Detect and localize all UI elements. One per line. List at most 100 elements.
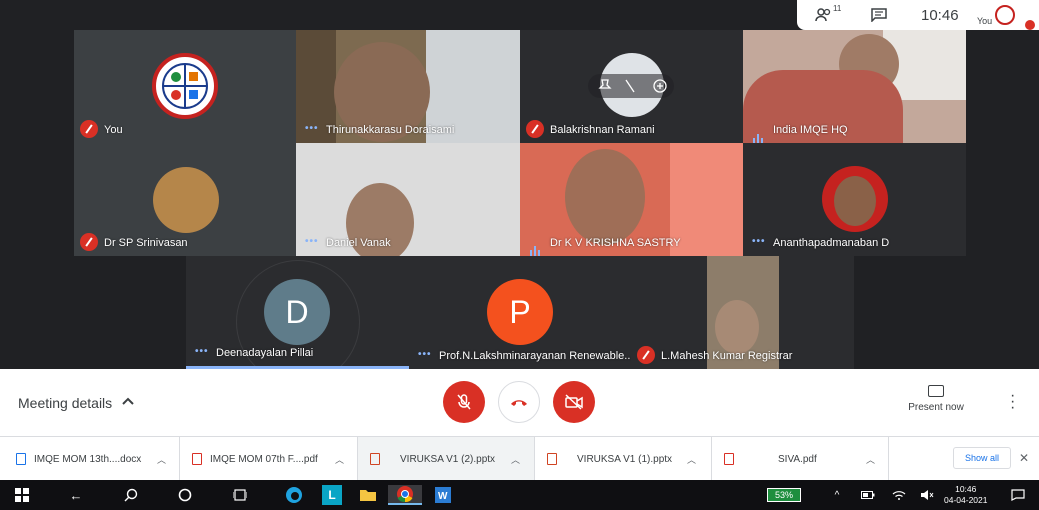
participant-tile-thirunakkarasu[interactable]: ••• Thirunakkarasu Doraisami [296, 30, 520, 143]
participant-tile-deenadayalan[interactable]: D ••• Deenadayalan Pillai [186, 256, 409, 369]
download-item[interactable]: VIRUKSA V1 (1).pptx ︿ [535, 437, 712, 481]
cortana-icon[interactable] [175, 485, 195, 505]
battery-icon[interactable] [858, 485, 878, 505]
logo-emblem-icon [162, 63, 208, 109]
self-label: You [977, 10, 992, 32]
participant-tile-lakshminarayanan[interactable]: P ••• Prof.N.Lakshminarayanan Renewable.… [409, 256, 631, 369]
chevron-up-icon[interactable]: ︿ [157, 453, 166, 466]
pin-mute-remove-icons [598, 79, 667, 93]
participant-name: Prof.N.Lakshminarayanan Renewable... [439, 350, 631, 362]
participant-tile-krishna-sastry[interactable]: Dr K V KRISHNA SASTRY [520, 143, 743, 256]
back-arrow-icon[interactable]: ← [66, 485, 86, 505]
chevron-up-icon[interactable]: ︿ [866, 453, 875, 466]
participant-tile-ananthapadmanaban[interactable]: ••• Ananthapadmanaban D [743, 143, 966, 256]
more-options-icon[interactable]: · · · [1010, 388, 1015, 416]
participant-face [715, 300, 759, 354]
svg-text:W: W [438, 491, 448, 502]
participant-photo [153, 167, 219, 233]
audio-level-icon [530, 238, 542, 256]
chrome-browser-icon[interactable] [388, 485, 422, 505]
speaking-dots-icon: ••• [305, 236, 319, 247]
powerpoint-file-icon [547, 453, 557, 465]
participant-photo [822, 166, 888, 232]
camera-off-icon [565, 394, 583, 410]
participant-tile-mahesh-kumar[interactable]: L.Mahesh Kumar Registrar [631, 256, 854, 369]
magnifier-icon [124, 488, 138, 502]
windows-taskbar: ← L W 53% ^ 10:46 04-04-2021 [0, 480, 1039, 510]
you-label: You [977, 16, 993, 26]
word-logo-icon: W [435, 487, 451, 503]
participant-name: L.Mahesh Kumar Registrar [661, 350, 793, 362]
people-button[interactable]: 11 [815, 4, 841, 26]
downloads-bar: IMQE MOM 13th....docx ︿ IMQE MOM 07th F.… [0, 436, 1039, 481]
download-item[interactable]: IMQE MOM 07th F....pdf ︿ [180, 437, 358, 481]
chat-button[interactable] [871, 4, 887, 26]
toggle-microphone-button[interactable] [443, 381, 485, 423]
leave-call-button[interactable] [498, 381, 540, 423]
l-app-icon[interactable]: L [322, 485, 342, 505]
meeting-controls-bar: Meeting details Present now · · · [0, 369, 1039, 436]
edge-browser-icon[interactable] [284, 485, 304, 505]
wifi-icon[interactable] [889, 485, 909, 505]
participant-name: Deenadayalan Pillai [216, 347, 314, 359]
participant-tile-srinivasan[interactable]: Dr SP Srinivasan [74, 143, 296, 256]
show-hidden-icons-icon[interactable]: ^ [827, 485, 847, 505]
download-file-name: IMQE MOM 13th....docx [34, 453, 142, 465]
initial-avatar: P [487, 279, 553, 345]
action-center-icon [1011, 489, 1025, 501]
toggle-camera-button[interactable] [553, 381, 595, 423]
search-icon[interactable] [121, 485, 141, 505]
word-file-icon [16, 453, 26, 465]
volume-muted-icon[interactable] [917, 485, 937, 505]
download-item[interactable]: IMQE MOM 13th....docx ︿ [0, 437, 180, 481]
people-icon [815, 8, 831, 22]
download-item[interactable]: SIVA.pdf ︿ [712, 437, 889, 481]
clock-time: 10:46 [955, 484, 977, 494]
chevron-up-icon[interactable]: ︿ [511, 453, 520, 466]
speaking-dots-icon: ••• [195, 346, 209, 357]
file-explorer-icon[interactable] [358, 485, 378, 505]
chevron-up-icon[interactable]: ︿ [335, 453, 344, 466]
download-file-name: IMQE MOM 07th F....pdf [210, 453, 318, 465]
meeting-status-bar: 11 10:46 You [797, 0, 1039, 30]
windows-start-icon[interactable] [12, 485, 32, 505]
participant-tile-daniel[interactable]: ••• Daniel Vanak [296, 143, 520, 256]
chevron-up-icon[interactable] [122, 397, 134, 405]
participant-name: Dr SP Srinivasan [104, 237, 188, 249]
battery-indicator[interactable]: 53% [767, 488, 801, 502]
circle-icon [178, 488, 192, 502]
chat-icon [871, 8, 887, 22]
word-app-icon[interactable]: W [433, 485, 453, 505]
hang-up-icon [511, 400, 527, 406]
taskbar-clock[interactable]: 10:46 04-04-2021 [944, 484, 987, 506]
participant-tile-you[interactable]: You [74, 30, 296, 143]
participant-tile-balakrishnan[interactable]: Balakrishnan Ramani [520, 30, 743, 143]
download-file-name: SIVA.pdf [778, 453, 817, 465]
show-all-downloads-button[interactable]: Show all [953, 447, 1011, 469]
battery-glyph-icon [861, 491, 875, 499]
participant-tile-india-imqe-hq[interactable]: India IMQE HQ [743, 30, 966, 143]
speaking-dots-icon: ••• [418, 349, 432, 360]
mic-muted-icon [526, 120, 544, 138]
task-view-icon[interactable] [230, 485, 250, 505]
mic-off-icon [457, 394, 471, 410]
participant-name: Thirunakkarasu Doraisami [326, 124, 455, 136]
wifi-glyph-icon [892, 491, 906, 500]
download-item[interactable]: VIRUKSA V1 (2).pptx ︿ [358, 437, 535, 481]
participant-name: Ananthapadmanaban D [773, 237, 890, 249]
chrome-logo-icon [397, 486, 413, 503]
meeting-details-button[interactable]: Meeting details [18, 395, 112, 411]
chevron-up-icon[interactable]: ︿ [687, 453, 696, 466]
speaking-dots-icon: ••• [305, 123, 319, 134]
edge-logo-icon [286, 487, 302, 503]
download-file-name: VIRUKSA V1 (1).pptx [577, 453, 673, 465]
present-now-label: Present now [908, 402, 964, 413]
mic-muted-icon [637, 346, 655, 364]
participant-name: India IMQE HQ [773, 124, 848, 136]
participant-video [565, 149, 645, 245]
clock-date: 04-04-2021 [944, 495, 988, 505]
speaking-dots-icon: ••• [752, 236, 766, 247]
present-now-button[interactable]: Present now [904, 385, 968, 413]
notifications-icon[interactable] [1008, 485, 1028, 505]
close-icon[interactable]: ✕ [1019, 451, 1029, 465]
